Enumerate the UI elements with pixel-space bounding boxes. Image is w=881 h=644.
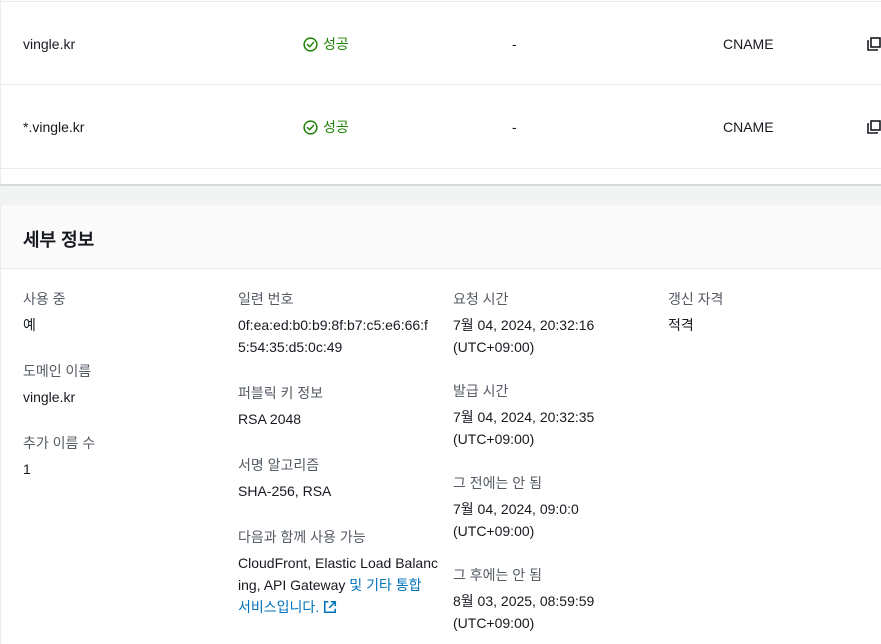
datetime-value: 7월 04, 2024, 20:32:35 — [453, 409, 595, 425]
copy-icon — [867, 37, 881, 51]
table-row: *.vingle.kr 성공 - CNAME — [1, 85, 881, 169]
renewal-status-cell: - — [512, 36, 517, 52]
not-before-field: 그 전에는 안 됨 7월 04, 2024, 09:0:0 (UTC+09:00… — [453, 472, 653, 542]
field-label: 발급 시간 — [453, 383, 509, 399]
field-label: 그 전에는 안 됨 — [453, 475, 542, 491]
record-type-cell: CNAME — [723, 36, 774, 52]
serial-number-field: 일련 번호 0f:ea:ed:b0:b9:8f:b7:c5:e6:66:f5:5… — [238, 288, 438, 358]
status-success-icon — [303, 119, 318, 135]
record-type-cell: CNAME — [723, 119, 774, 135]
table-row: vingle.kr 성공 - CNAME — [1, 1, 881, 85]
field-label: 그 후에는 안 됨 — [453, 567, 542, 583]
field-value: 7월 04, 2024, 20:32:35 (UTC+09:00) — [453, 406, 653, 450]
public-key-field: 퍼블릭 키 정보 RSA 2048 — [238, 382, 438, 430]
renewal-status-cell: - — [512, 119, 517, 135]
details-column-1: 사용 중 예 도메인 이름 vingle.kr 추가 이름 수 1 — [23, 288, 213, 504]
details-column-2: 일련 번호 0f:ea:ed:b0:b9:8f:b7:c5:e6:66:f5:5… — [238, 288, 438, 642]
status-label: 성공 — [323, 36, 349, 52]
details-panel: 세부 정보 사용 중 예 도메인 이름 vingle.kr 추가 이름 수 1 … — [0, 205, 881, 644]
signature-algorithm-field: 서명 알고리즘 SHA-256, RSA — [238, 454, 438, 502]
details-title: 세부 정보 — [23, 230, 95, 250]
field-label: 다음과 함께 사용 가능 — [238, 529, 366, 545]
issued-at-field: 발급 시간 7월 04, 2024, 20:32:35 (UTC+09:00) — [453, 380, 653, 450]
external-link-icon — [324, 600, 337, 614]
field-value: 적격 — [668, 317, 694, 333]
status-label: 성공 — [323, 119, 349, 135]
usable-with-field: 다음과 함께 사용 가능 CloudFront, Elastic Load Ba… — [238, 526, 438, 618]
field-label: 사용 중 — [23, 291, 66, 307]
validation-status: 성공 — [303, 2, 349, 86]
field-value: 8월 03, 2025, 08:59:59 (UTC+09:00) — [453, 590, 653, 634]
field-value: 7월 04, 2024, 09:0:0 (UTC+09:00) — [453, 498, 653, 542]
field-value: vingle.kr — [23, 389, 76, 405]
not-after-field: 그 후에는 안 됨 8월 03, 2025, 08:59:59 (UTC+09:… — [453, 564, 653, 634]
details-header: 세부 정보 — [1, 205, 881, 269]
field-label: 도메인 이름 — [23, 363, 92, 379]
field-label: 추가 이름 수 — [23, 435, 96, 451]
field-label: 일련 번호 — [238, 291, 294, 307]
domain-name-cell: *.vingle.kr — [23, 119, 85, 135]
field-value: 예 — [23, 317, 36, 333]
copy-button[interactable] — [866, 2, 881, 86]
datetime-value: 7월 04, 2024, 09:0:0 — [453, 501, 579, 517]
timezone-value: (UTC+09:00) — [453, 523, 535, 539]
field-value: 1 — [23, 461, 31, 477]
timezone-value: (UTC+09:00) — [453, 339, 535, 355]
domain-validation-table: vingle.kr 성공 - CNAME *.vingle.kr 성공 - CN… — [0, 0, 881, 186]
field-label: 퍼블릭 키 정보 — [238, 385, 324, 401]
field-value: CloudFront, Elastic Load Balancing, API … — [238, 552, 438, 618]
domain-name-field: 도메인 이름 vingle.kr — [23, 360, 213, 408]
field-label: 갱신 자격 — [668, 291, 724, 307]
datetime-value: 8월 03, 2025, 08:59:59 — [453, 593, 595, 609]
field-value: 7월 04, 2024, 20:32:16 (UTC+09:00) — [453, 314, 653, 358]
field-label: 서명 알고리즘 — [238, 457, 320, 473]
details-column-3: 요청 시간 7월 04, 2024, 20:32:16 (UTC+09:00) … — [453, 288, 653, 644]
renewal-eligibility-field: 갱신 자격 적격 — [668, 288, 858, 336]
timezone-value: (UTC+09:00) — [453, 431, 535, 447]
details-column-4: 갱신 자격 적격 — [668, 288, 858, 360]
additional-names-field: 추가 이름 수 1 — [23, 432, 213, 480]
copy-icon — [867, 120, 881, 134]
copy-button[interactable] — [866, 85, 881, 169]
domain-name-cell: vingle.kr — [23, 36, 76, 52]
field-value: SHA-256, RSA — [238, 483, 332, 499]
field-label: 요청 시간 — [453, 291, 509, 307]
field-value: 0f:ea:ed:b0:b9:8f:b7:c5:e6:66:f5:54:35:d… — [238, 317, 428, 355]
timezone-value: (UTC+09:00) — [453, 615, 535, 631]
in-use-field: 사용 중 예 — [23, 288, 213, 336]
field-value: RSA 2048 — [238, 411, 302, 427]
datetime-value: 7월 04, 2024, 20:32:16 — [453, 317, 595, 333]
validation-status: 성공 — [303, 85, 349, 169]
requested-at-field: 요청 시간 7월 04, 2024, 20:32:16 (UTC+09:00) — [453, 288, 653, 358]
status-success-icon — [303, 36, 318, 52]
